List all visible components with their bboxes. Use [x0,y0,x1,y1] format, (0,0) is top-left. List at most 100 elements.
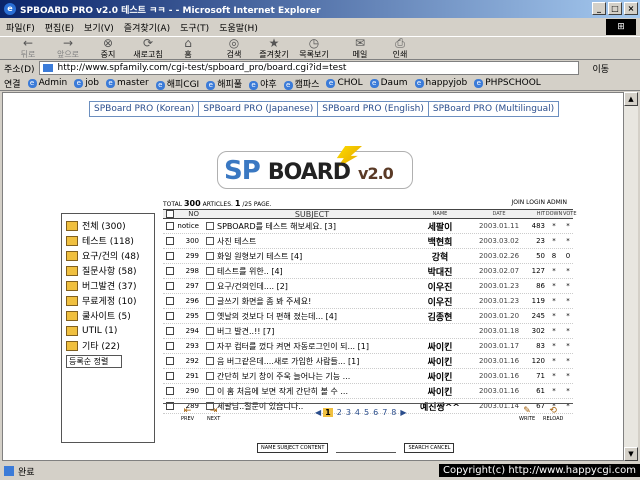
row-name[interactable]: 싸이킨 [407,355,473,368]
category-cool-site[interactable]: 쿨사이트 (5) [66,308,150,323]
row-name[interactable]: 싸이킨 [407,385,473,398]
close-button[interactable]: × [624,2,638,15]
pagination-right-icon[interactable]: ▶ [400,408,406,417]
row-name[interactable]: 이우진 [407,280,473,293]
row-subject[interactable]: 화일 원형보기 테스트 [4] [217,251,407,262]
menu-help[interactable]: 도움말(H) [219,21,258,34]
link-admin[interactable]: Admin [28,78,68,88]
table-row[interactable]: 294 버그 발견..!! [7] 2003.01.18 302 * * [163,324,573,339]
menu-tools[interactable]: 도구(T) [180,21,209,34]
row-name[interactable]: 강혁 [407,250,473,263]
link-happyjob[interactable]: happyjob [415,78,468,88]
table-row[interactable]: 298 테스트를 위한.. [4] 박대진 2003.02.07 127 * * [163,264,573,279]
prev-button[interactable]: ⇤ PREV [181,406,194,422]
select-all-checkbox[interactable] [163,210,177,218]
link-happypool[interactable]: 해피풀 [206,77,242,90]
row-subject[interactable]: SPBOARD를 테스트 해보세요. [3] [217,221,407,232]
scroll-down-icon[interactable]: ▼ [624,447,638,461]
row-checkbox[interactable] [163,237,177,245]
row-subject[interactable]: 자꾸 컴터를 껐다 켜면 자동로그인이 되... [1] [217,341,407,352]
tab-multilingual[interactable]: SPBoard PRO (Multilingual) [429,102,558,116]
row-subject[interactable]: 테스트를 위한.. [4] [217,266,407,277]
search-submit-button[interactable]: SEARCH [408,445,428,451]
tab-korean[interactable]: SPBoard PRO (Korean) [90,102,200,116]
table-row[interactable]: 295 옛날의 것보다 더 편해 졌는데... [4] 김종현 2003.01.20 2… [163,309,573,324]
link-chol[interactable]: CHOL [326,78,362,88]
row-checkbox[interactable] [163,222,177,230]
page-link[interactable]: 5 [364,408,369,417]
row-name[interactable]: 세팔이 [407,220,473,233]
category-util[interactable]: UTIL (1) [66,323,150,338]
link-master[interactable]: master [106,78,149,88]
page-link[interactable]: 6 [373,408,378,417]
row-checkbox[interactable] [163,282,177,290]
table-row[interactable]: 290 이 홈 처음에 보면 작게 간단히 볼 수 ... 싸이킨 2003.01.1… [163,384,573,399]
row-checkbox[interactable] [163,357,177,365]
table-row[interactable]: 299 화일 원형보기 테스트 [4] 강혁 2003.02.26 50 8 0 [163,249,573,264]
category-bug[interactable]: 버그발견 (37) [66,278,150,293]
mail-button[interactable]: ✉ 메일 [340,37,380,60]
refresh-button[interactable]: ⟳ 새로고침 [128,37,168,60]
page-link[interactable]: 2 [337,408,342,417]
menu-favorites[interactable]: 즐겨찾기(A) [124,21,170,34]
search-opt-name[interactable]: NAME [261,445,276,451]
row-subject[interactable]: 간단히 보기 창이 주욱 늘어나는 기능 ... [217,371,407,382]
row-name[interactable]: 싸이킨 [407,340,473,353]
tab-english[interactable]: SPBoard PRO (English) [318,102,429,116]
table-row[interactable]: notice SPBOARD를 테스트 해보세요. [3] 세팔이 2003.01.1… [163,219,573,234]
stop-button[interactable]: ⊗ 중지 [88,37,128,60]
table-row[interactable]: 296 글쓰기 화면을 좀 봐 주세요! 이우진 2003.01.23 119 * * [163,294,573,309]
category-free[interactable]: 무료게정 (10) [66,293,150,308]
row-subject[interactable]: 이 홈 처음에 보면 작게 간단히 볼 수 ... [217,386,407,397]
print-button[interactable]: ⎙ 인쇄 [380,37,420,60]
favorites-button[interactable]: ★ 즐겨찾기 [254,37,294,60]
row-subject[interactable]: 글쓰기 화면을 좀 봐 주세요! [217,296,407,307]
address-input[interactable]: http://www.spfamily.com/cgi-test/spboard… [38,61,579,75]
row-name[interactable]: 싸이킨 [407,370,473,383]
link-yahoo[interactable]: 야후 [249,77,277,90]
page-current[interactable]: 1 [323,408,333,417]
row-subject[interactable]: 옛날의 것보다 더 편해 졌는데... [4] [217,311,407,322]
auth-links[interactable]: JOIN LOGIN ADMIN [512,199,567,206]
link-phpschool[interactable]: PHPSCHOOL [474,78,541,88]
category-etc[interactable]: 기타 (22) [66,338,150,353]
table-row[interactable]: 297 요구/건의인데.... [2] 이우진 2003.01.23 86 * * [163,279,573,294]
menu-edit[interactable]: 편집(E) [45,21,74,34]
reload-button[interactable]: ⟲ RELOAD [543,406,563,422]
sort-select[interactable]: 등록순 정렬 [66,355,122,368]
home-button[interactable]: ⌂ 홈 [168,37,208,60]
category-test[interactable]: 테스트 (118) [66,233,150,248]
page-link[interactable]: 3 [346,408,351,417]
page-link[interactable]: 4 [355,408,360,417]
minimize-button[interactable]: _ [592,2,606,15]
table-row[interactable]: 300 사진 테스트 백현희 2003.03.02 23 * * [163,234,573,249]
vertical-scrollbar[interactable]: ▲ ▼ [624,92,638,461]
row-checkbox[interactable] [163,387,177,395]
row-subject[interactable]: 사진 테스트 [217,236,407,247]
row-name[interactable]: 박대진 [407,265,473,278]
back-button[interactable]: ← 뒤로 [8,37,48,60]
category-question[interactable]: 질문사항 (58) [66,263,150,278]
next-button[interactable]: ⇥ NEXT [207,406,220,422]
row-checkbox[interactable] [163,297,177,305]
row-name[interactable]: 백현희 [407,235,473,248]
maximize-button[interactable]: □ [608,2,622,15]
row-subject[interactable]: 음 버그같은데....새로 가입한 사람들... [1] [217,356,407,367]
row-checkbox[interactable] [163,267,177,275]
row-checkbox[interactable] [163,312,177,320]
search-cancel-button[interactable]: CANCEL [430,445,450,451]
table-row[interactable]: 292 음 버그같은데....새로 가입한 사람들... [1] 싸이킨 2003.0… [163,354,573,369]
category-request[interactable]: 요구/건의 (48) [66,248,150,263]
category-all[interactable]: 전체 (300) [66,218,150,233]
menu-file[interactable]: 파일(F) [6,21,35,34]
search-input[interactable] [336,443,397,453]
write-button[interactable]: ✎ WRITE [519,406,535,422]
row-subject[interactable]: 요구/건의인데.... [2] [217,281,407,292]
forward-button[interactable]: → 앞으로 [48,37,88,60]
go-button[interactable]: 이동 [593,62,610,75]
row-checkbox[interactable] [163,327,177,335]
row-name[interactable]: 이우진 [407,295,473,308]
search-opt-subject[interactable]: SUBJECT [277,445,298,451]
row-name[interactable]: 김종현 [407,310,473,323]
scroll-up-icon[interactable]: ▲ [624,92,638,106]
